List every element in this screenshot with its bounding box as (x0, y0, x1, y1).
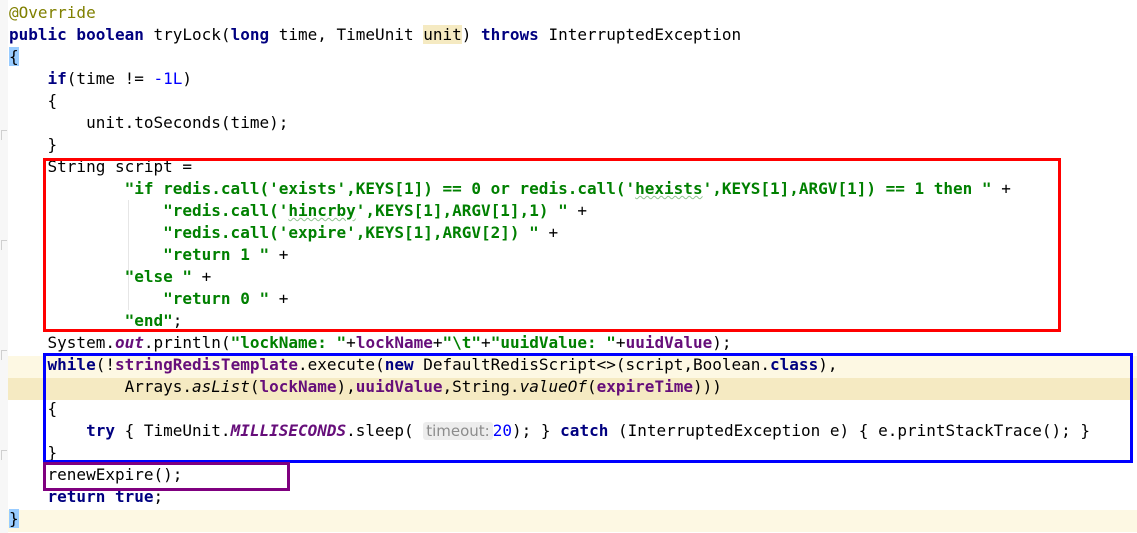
static-field: out (114, 333, 144, 352)
code-text: + (432, 333, 443, 352)
code-text: + (481, 333, 491, 352)
code-text: InterruptedException (538, 25, 742, 44)
code-text: + (346, 333, 356, 352)
code-text: (time != (66, 69, 154, 88)
annotation-box-blue (43, 353, 1133, 463)
method-name: tryLock( (143, 25, 231, 44)
number-literal: -1L (153, 69, 183, 88)
code-line-5: { (9, 91, 58, 110)
code-line-6: unit.toSeconds(time); (9, 113, 289, 132)
override-annotation: @Override (9, 3, 96, 22)
code-line-1: @Override (9, 2, 96, 24)
code-text: + (615, 333, 626, 352)
fold-marker-icon[interactable] (1, 240, 7, 250)
editor-gutter[interactable] (0, 0, 8, 533)
code-line-3: { (9, 46, 19, 68)
fold-marker-icon[interactable] (1, 130, 7, 140)
code-text: ) (182, 69, 193, 88)
code-line-7: } (9, 135, 58, 154)
code-text: time, TimeUnit (269, 25, 424, 44)
keyword: public boolean (9, 25, 144, 44)
code-line-16: System.out.println("lockName: "+lockName… (9, 332, 732, 354)
unit-parameter: unit (423, 25, 462, 44)
string-literal: "\t" (442, 333, 482, 352)
matched-brace: { (9, 47, 19, 66)
code-line-4: if(time != -1L) (9, 68, 193, 90)
keyword: if (47, 69, 67, 88)
annotation-box-red (43, 158, 1061, 332)
field-reference: lockName (355, 333, 433, 352)
code-text: System. (9, 333, 115, 352)
matched-brace: } (9, 509, 19, 528)
fold-marker-icon[interactable] (1, 350, 7, 360)
annotation-box-purple (43, 462, 290, 491)
current-line-highlight (8, 510, 1137, 532)
field-reference: uuidValue (625, 333, 713, 352)
code-text: .println( (143, 333, 231, 352)
keyword: throws (481, 25, 539, 44)
keyword: long (230, 25, 270, 44)
code-text: ) (461, 25, 482, 44)
string-literal: "lockName: " (230, 333, 347, 352)
code-text: ); (712, 333, 732, 352)
string-literal: "uuidValue: " (490, 333, 616, 352)
code-line-2: public boolean tryLock(long time, TimeUn… (9, 24, 741, 46)
fold-marker-icon[interactable] (1, 450, 7, 460)
code-line-24: } (9, 508, 19, 530)
